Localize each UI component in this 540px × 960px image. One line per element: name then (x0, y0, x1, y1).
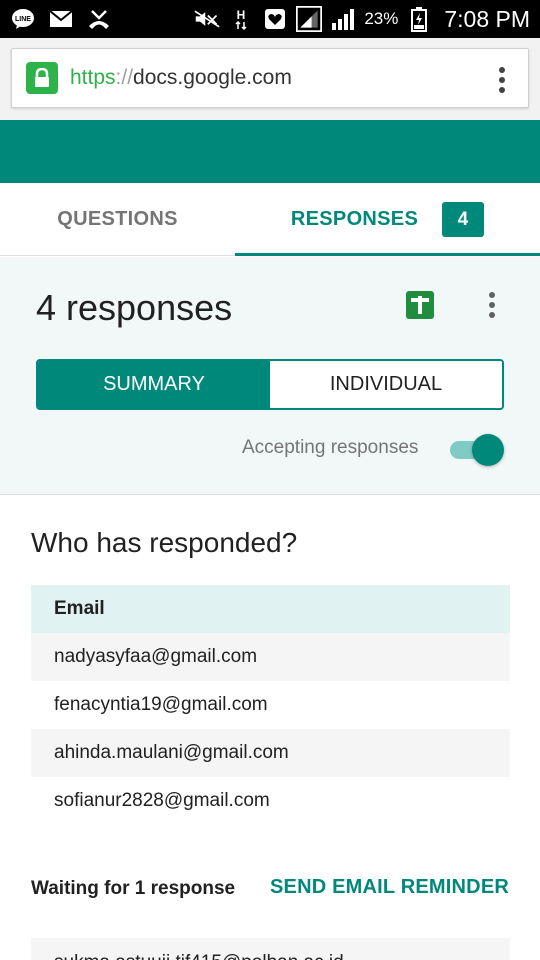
sim-icon (296, 6, 323, 32)
table-row: sofianur2828@gmail.com (54, 790, 270, 811)
svg-text:LINE: LINE (15, 16, 31, 23)
browser-menu-icon[interactable] (498, 67, 506, 93)
battery-icon (406, 7, 432, 32)
url-separator: :// (115, 66, 134, 89)
battery-percent: 23% (364, 9, 399, 28)
h-signal-icon: H (228, 8, 254, 31)
response-count-heading: 4 responses (36, 287, 233, 328)
waiting-label: Waiting for 1 response (31, 878, 236, 899)
line-icon: LINE (10, 8, 36, 30)
form-header (0, 120, 540, 183)
summary-individual-toggle: SUMMARY INDIVIDUAL (36, 359, 504, 410)
pending-respondent-row: sukma.astuuii.tif415@polban.ac.id (31, 938, 510, 960)
browser-toolbar: https://docs.google.com (0, 38, 540, 120)
summary-button[interactable]: SUMMARY (38, 361, 270, 408)
heart-icon (262, 8, 288, 30)
missed-call-icon (86, 8, 112, 30)
individual-button[interactable]: INDIVIDUAL (270, 361, 502, 408)
svg-text:H: H (237, 8, 246, 22)
responses-count-badge: 4 (442, 202, 485, 237)
url-bar[interactable]: https://docs.google.com (11, 48, 529, 108)
url-scheme: https (70, 66, 116, 89)
send-email-reminder-button[interactable]: SEND EMAIL REMINDER (270, 876, 509, 899)
mail-icon (48, 8, 74, 30)
tab-questions[interactable]: QUESTIONS (0, 183, 235, 256)
active-tab-indicator (235, 253, 540, 256)
switch-thumb (472, 434, 504, 466)
status-bar: LINE H 23% 7:08 PM (0, 0, 540, 38)
respondents-table: Email nadyasyfaa@gmail.com fenacyntia19@… (31, 585, 510, 825)
mute-icon (194, 8, 220, 30)
url-text[interactable]: https://docs.google.com (70, 66, 292, 90)
table-row: nadyasyfaa@gmail.com (31, 633, 510, 681)
url-host: docs.google.com (133, 66, 292, 89)
more-options-icon[interactable] (488, 292, 496, 318)
accepting-responses-switch[interactable] (448, 433, 504, 466)
responses-summary-panel: 4 responses SUMMARY INDIVIDUAL Accepting… (0, 257, 540, 495)
form-tabs: QUESTIONS RESPONSES 4 (0, 183, 540, 256)
sheets-icon[interactable] (406, 291, 434, 319)
clock: 7:08 PM (444, 5, 530, 32)
email-column-header: Email (31, 585, 510, 633)
tab-questions-label: QUESTIONS (57, 208, 178, 230)
table-row: ahinda.maulani@gmail.com (31, 729, 510, 777)
signal-icon (330, 8, 356, 30)
tab-responses-label: RESPONSES (290, 208, 419, 230)
tab-responses[interactable]: RESPONSES 4 (235, 183, 540, 256)
table-row: fenacyntia19@gmail.com (54, 694, 268, 715)
lock-icon[interactable] (26, 62, 58, 94)
accepting-responses-label: Accepting responses (242, 437, 419, 458)
respondents-title: Who has responded? (31, 527, 298, 558)
